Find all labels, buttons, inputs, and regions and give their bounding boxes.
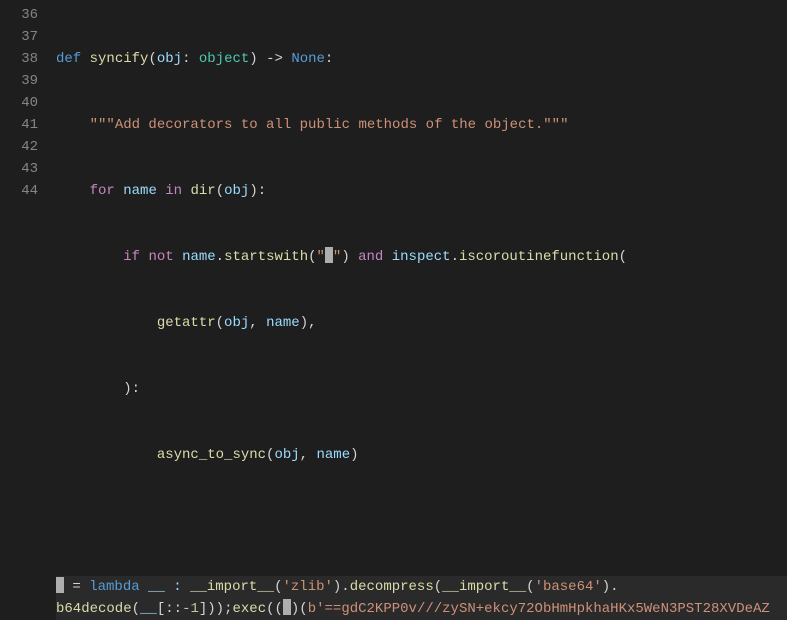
line-number: 43 xyxy=(0,158,38,180)
line-number: 42 xyxy=(0,136,38,158)
code-line[interactable]: ): xyxy=(56,378,787,400)
line-number: 41 xyxy=(0,114,38,136)
code-line[interactable]: getattr(obj, name), xyxy=(56,312,787,334)
text-cursor xyxy=(283,599,291,615)
code-line[interactable]: """Add decorators to all public methods … xyxy=(56,114,787,136)
code-line[interactable]: for name in dir(obj): xyxy=(56,180,787,202)
code-editor[interactable]: 36 37 38 39 40 41 42 43 44 def syncify(o… xyxy=(0,0,787,620)
code-line[interactable]: def syncify(obj: object) -> None: xyxy=(56,48,787,70)
code-line[interactable]: async_to_sync(obj, name) xyxy=(56,444,787,466)
line-number: 36 xyxy=(0,4,38,26)
line-number: 44 xyxy=(0,180,38,202)
line-number-gutter: 36 37 38 39 40 41 42 43 44 xyxy=(0,0,56,620)
code-line[interactable]: = lambda __ : __import__('zlib').decompr… xyxy=(56,576,787,620)
code-area[interactable]: def syncify(obj: object) -> None: """Add… xyxy=(56,0,787,620)
line-number: 38 xyxy=(0,48,38,70)
text-cursor xyxy=(325,247,333,263)
text-cursor xyxy=(56,577,64,593)
code-line[interactable] xyxy=(56,510,787,532)
line-number: 39 xyxy=(0,70,38,92)
code-line[interactable]: if not name.startswith("") and inspect.i… xyxy=(56,246,787,268)
line-number: 37 xyxy=(0,26,38,48)
line-number: 40 xyxy=(0,92,38,114)
